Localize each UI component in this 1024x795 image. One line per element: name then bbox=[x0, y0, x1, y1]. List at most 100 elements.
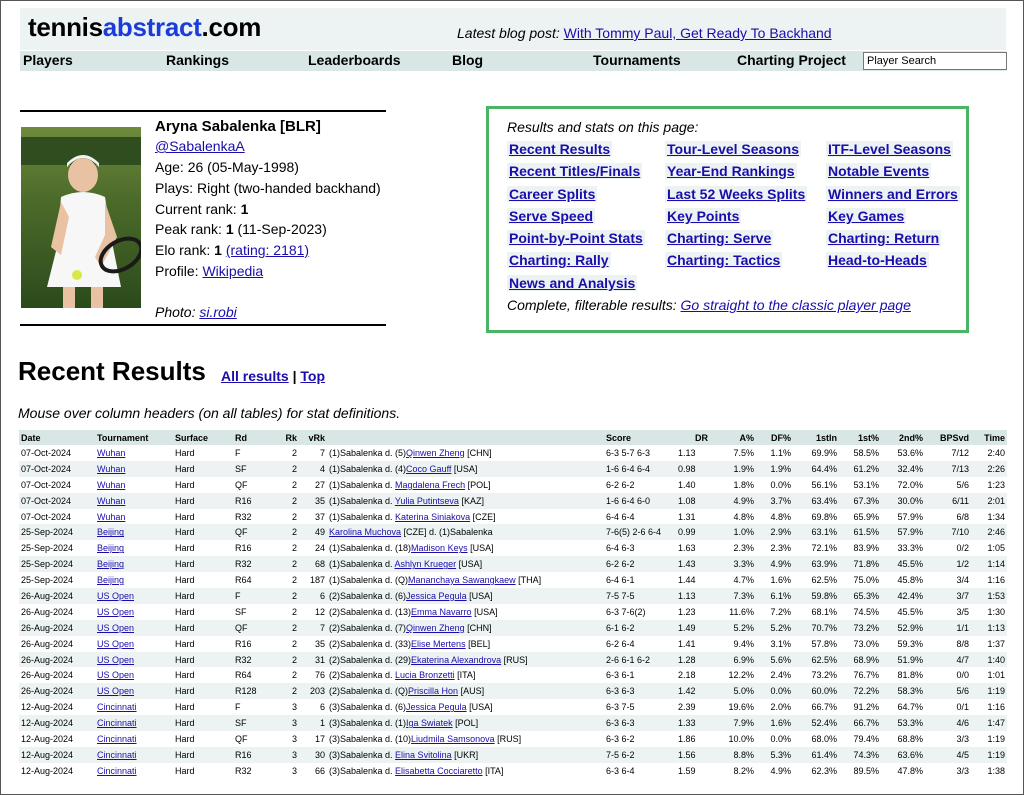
opponent-link[interactable]: Emma Navarro bbox=[411, 607, 472, 617]
tournament-link[interactable]: Beijing bbox=[97, 543, 124, 553]
opponent-link[interactable]: Madison Keys bbox=[411, 543, 468, 553]
all-results-link[interactable]: All results bbox=[221, 368, 289, 384]
opponent-link[interactable]: Priscilla Hon bbox=[408, 686, 458, 696]
surface-cell: Hard bbox=[173, 746, 233, 763]
col-header[interactable]: Score bbox=[604, 430, 676, 445]
elo-rating-link[interactable]: (rating: 2181) bbox=[226, 242, 309, 258]
opponent-link[interactable]: Karolina Muchova bbox=[329, 527, 401, 537]
opponent-link[interactable]: Mananchaya Sawangkaew bbox=[408, 575, 516, 585]
classic-page-link[interactable]: Go straight to the classic player page bbox=[681, 297, 911, 313]
tournament-link[interactable]: Wuhan bbox=[97, 464, 125, 474]
opponent-link[interactable]: Ashlyn Krueger bbox=[395, 559, 457, 569]
col-header[interactable]: A% bbox=[710, 430, 756, 445]
opponent-rank-cell: 35 bbox=[314, 638, 325, 649]
col-header[interactable]: Date bbox=[19, 430, 95, 445]
link-serve-speed[interactable]: Serve Speed bbox=[507, 208, 596, 224]
opponent-link[interactable]: Liudmila Samsonova bbox=[411, 734, 495, 744]
col-header[interactable]: Rd bbox=[233, 430, 271, 445]
link-charting-rally[interactable]: Charting: Rally bbox=[507, 252, 611, 268]
tournament-link[interactable]: Wuhan bbox=[97, 480, 125, 490]
link-recent-titles[interactable]: Recent Titles/Finals bbox=[507, 163, 643, 179]
col-header[interactable]: vRk bbox=[299, 430, 327, 445]
blog-post-link[interactable]: With Tommy Paul, Get Ready To Backhand bbox=[564, 25, 832, 41]
tournament-link[interactable]: Cincinnati bbox=[97, 766, 137, 776]
opponent-link[interactable]: Elisabetta Cocciaretto bbox=[395, 766, 483, 776]
classic-page-label: Complete, filterable results: bbox=[507, 297, 677, 313]
wikipedia-link[interactable]: Wikipedia bbox=[202, 263, 263, 279]
link-charting-return[interactable]: Charting: Return bbox=[826, 230, 942, 246]
opponent-rank-cell: 30 bbox=[299, 746, 327, 763]
opponent-link[interactable]: Iga Swiatek bbox=[406, 718, 453, 728]
opponent-link[interactable]: Ekaterina Alexandrova bbox=[411, 655, 501, 665]
tournament-link[interactable]: Cincinnati bbox=[97, 702, 137, 712]
link-recent-results[interactable]: Recent Results bbox=[507, 141, 613, 157]
col-header[interactable]: Rk bbox=[271, 430, 299, 445]
tournament-link[interactable]: Cincinnati bbox=[97, 734, 137, 744]
tournament-link[interactable]: Cincinnati bbox=[97, 718, 137, 728]
player-search-input[interactable] bbox=[863, 52, 1007, 70]
link-news-analysis[interactable]: News and Analysis bbox=[507, 275, 638, 291]
site-logo[interactable]: tennisabstract.com bbox=[28, 12, 261, 43]
opponent-link[interactable]: Yulia Putintseva bbox=[395, 496, 459, 506]
col-header[interactable]: Time bbox=[971, 430, 1007, 445]
nav-players[interactable]: Players bbox=[23, 52, 73, 68]
link-charting-serve[interactable]: Charting: Serve bbox=[665, 230, 774, 246]
opponent-link[interactable]: Coco Gauff bbox=[406, 464, 451, 474]
twitter-handle-link[interactable]: @SabalenkaA bbox=[155, 138, 245, 154]
opponent-link[interactable]: Jessica Pegula bbox=[406, 591, 467, 601]
col-header[interactable]: DF% bbox=[756, 430, 793, 445]
tournament-link[interactable]: US Open bbox=[97, 670, 134, 680]
nav-leaderboards[interactable]: Leaderboards bbox=[308, 52, 401, 68]
link-tour-level-seasons[interactable]: Tour-Level Seasons bbox=[665, 141, 802, 157]
tournament-link[interactable]: Wuhan bbox=[97, 512, 125, 522]
opponent-link[interactable]: Lucia Bronzetti bbox=[395, 670, 455, 680]
opponent-link[interactable]: Jessica Pegula bbox=[406, 702, 467, 712]
nav-tournaments[interactable]: Tournaments bbox=[593, 52, 681, 68]
opponent-link[interactable]: Elise Mertens bbox=[411, 639, 466, 649]
link-career-splits[interactable]: Career Splits bbox=[507, 186, 598, 202]
opponent-link[interactable]: Elina Svitolina bbox=[395, 750, 452, 760]
col-header[interactable]: 1st% bbox=[839, 430, 881, 445]
link-itf-level-seasons[interactable]: ITF-Level Seasons bbox=[826, 141, 953, 157]
link-winners-errors[interactable]: Winners and Errors bbox=[826, 186, 960, 202]
col-header[interactable]: Tournament bbox=[95, 430, 173, 445]
link-notable-events[interactable]: Notable Events bbox=[826, 163, 932, 179]
link-head-to-heads[interactable]: Head-to-Heads bbox=[826, 252, 929, 268]
top-link[interactable]: Top bbox=[300, 368, 325, 384]
current-rank-label: Current rank: bbox=[155, 201, 241, 217]
col-header[interactable]: BPSvd bbox=[925, 430, 971, 445]
tournament-link[interactable]: Beijing bbox=[97, 527, 124, 537]
tournament-link[interactable]: US Open bbox=[97, 686, 134, 696]
link-key-games[interactable]: Key Games bbox=[826, 208, 907, 224]
tournament-link[interactable]: Beijing bbox=[97, 575, 124, 585]
tournament-link[interactable]: US Open bbox=[97, 591, 134, 601]
nav-rankings[interactable]: Rankings bbox=[166, 52, 229, 68]
opponent-link[interactable]: Qinwen Zheng bbox=[406, 448, 465, 458]
opponent-rank-cell: 6 bbox=[319, 702, 325, 713]
link-year-end-rankings[interactable]: Year-End Rankings bbox=[665, 163, 797, 179]
col-header[interactable]: DR bbox=[676, 430, 710, 445]
opponent-link[interactable]: Katerina Siniakova bbox=[395, 512, 470, 522]
tournament-link[interactable]: US Open bbox=[97, 623, 134, 633]
tournament-link[interactable]: Wuhan bbox=[97, 496, 125, 506]
photo-credit-link[interactable]: si.robi bbox=[199, 304, 236, 320]
tournament-cell: Wuhan bbox=[95, 509, 173, 525]
tournament-link[interactable]: US Open bbox=[97, 639, 134, 649]
link-point-by-point[interactable]: Point-by-Point Stats bbox=[507, 230, 645, 246]
col-header[interactable]: 2nd% bbox=[881, 430, 925, 445]
opponent-link[interactable]: Magdalena Frech bbox=[395, 480, 465, 490]
tournament-link[interactable]: Beijing bbox=[97, 559, 124, 569]
link-last-52-weeks[interactable]: Last 52 Weeks Splits bbox=[665, 186, 808, 202]
tournament-link[interactable]: US Open bbox=[97, 655, 134, 665]
link-charting-tactics[interactable]: Charting: Tactics bbox=[665, 252, 783, 268]
col-header[interactable]: Surface bbox=[173, 430, 233, 445]
opponent-link[interactable]: Qinwen Zheng bbox=[406, 623, 465, 633]
col-header[interactable]: 1stIn bbox=[793, 430, 839, 445]
opponent-rank-cell: 31 bbox=[299, 651, 327, 668]
link-key-points[interactable]: Key Points bbox=[665, 208, 742, 224]
tournament-link[interactable]: US Open bbox=[97, 607, 134, 617]
nav-charting-project[interactable]: Charting Project bbox=[737, 52, 846, 68]
nav-blog[interactable]: Blog bbox=[452, 52, 483, 68]
tournament-link[interactable]: Wuhan bbox=[97, 448, 125, 458]
tournament-link[interactable]: Cincinnati bbox=[97, 750, 137, 760]
